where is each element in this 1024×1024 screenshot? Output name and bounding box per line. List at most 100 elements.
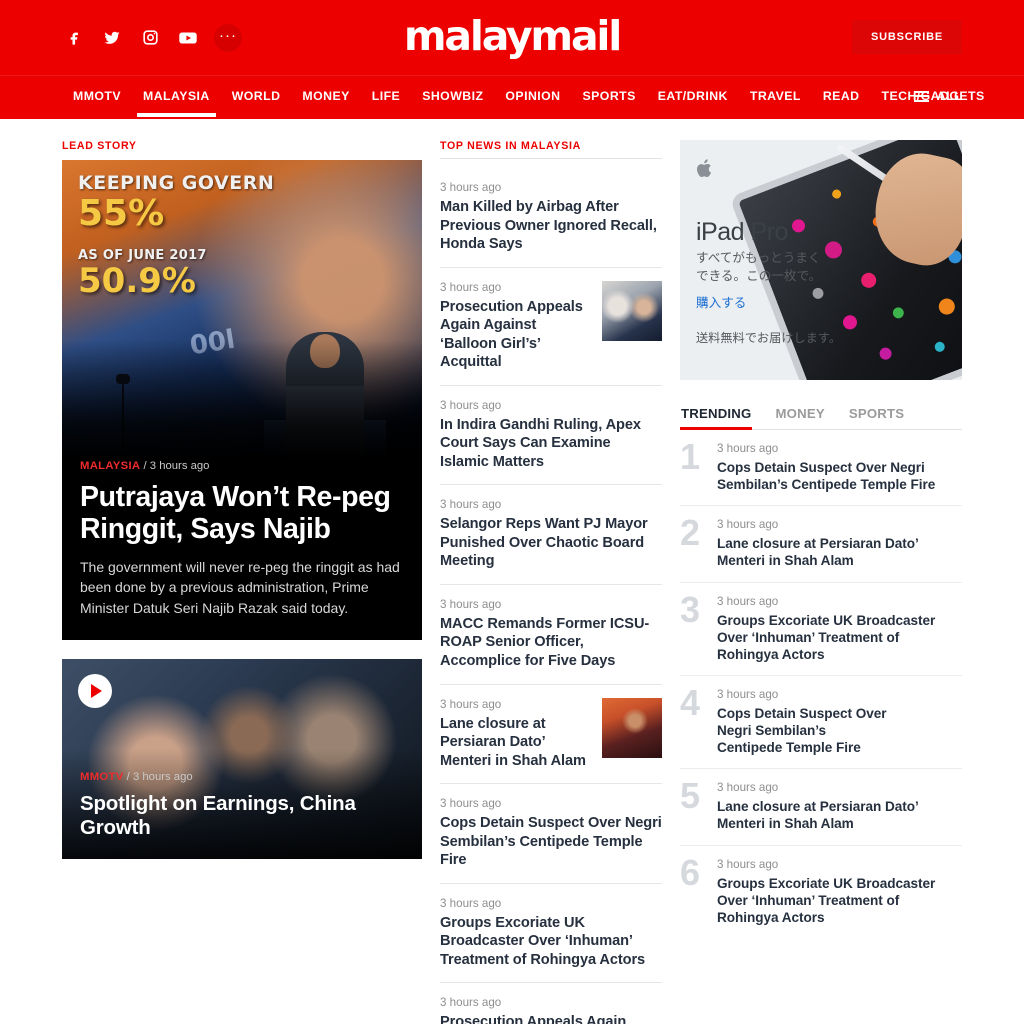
- hamburger-icon: [913, 90, 929, 102]
- video-story-time: 3 hours ago: [132, 770, 193, 783]
- item-time: 3 hours ago: [440, 280, 502, 294]
- trending-item[interactable]: 1 3 hours ago Cops Detain Suspect Over N…: [680, 430, 962, 507]
- item-headline[interactable]: Lane closure at Persiaran Dato’ Menteri …: [440, 715, 592, 771]
- item-time: 3 hours ago: [440, 996, 502, 1010]
- lead-story-time: 3 hours ago: [149, 459, 210, 472]
- image-gradient-overlay: [62, 340, 422, 460]
- top-news-item[interactable]: 3 hours ago Cops Detain Suspect Over Neg…: [440, 784, 662, 884]
- video-story-kicker: MMOTV / 3 hours ago: [80, 771, 404, 783]
- advertisement-ipad-pro[interactable]: iPad Pro すべてがもっとうまくできる。この一枚で。 購入する 送料無料で…: [680, 140, 962, 380]
- item-headline[interactable]: Selangor Reps Want PJ Mayor Punished Ove…: [440, 515, 662, 571]
- trending-time: 3 hours ago: [717, 594, 779, 608]
- nav-item-mmotv[interactable]: MMOTV: [62, 76, 132, 117]
- top-news-item[interactable]: 3 hours ago Prosecution Appeals Again Ag…: [440, 983, 662, 1024]
- trending-item[interactable]: 4 3 hours ago Cops Detain Suspect Over N…: [680, 676, 962, 770]
- ad-shipping-note: 送料無料でお届けします。: [696, 331, 842, 345]
- apple-logo-icon: [696, 158, 714, 183]
- top-news-label: TOP NEWS IN MALAYSIA: [440, 140, 662, 159]
- lead-story-separator: /: [140, 459, 150, 472]
- item-headline[interactable]: MACC Remands Former ICSU-ROAP Senior Off…: [440, 615, 662, 671]
- page-wrapper: LEAD STORY KEEPING GOVERN 55% AS OF JUNE…: [0, 119, 1024, 1024]
- ad-buy-link[interactable]: 購入する: [696, 292, 746, 311]
- trending-rank: 3: [680, 588, 700, 630]
- trending-rank: 5: [680, 775, 700, 817]
- lead-image-caption-line1: KEEPING GOVERN: [78, 172, 275, 194]
- trending-rank: 2: [680, 512, 700, 554]
- nav-item-showbiz[interactable]: SHOWBIZ: [411, 76, 494, 117]
- top-news-item[interactable]: 3 hours ago Groups Excoriate UK Broadcas…: [440, 884, 662, 984]
- tab-trending[interactable]: TRENDING: [680, 398, 753, 430]
- video-story-category[interactable]: MMOTV: [80, 771, 124, 783]
- all-label: ALL: [936, 89, 962, 103]
- trending-headline[interactable]: Cops Detain Suspect Over Negri Sembilan’…: [717, 705, 893, 756]
- nav-item-read[interactable]: READ: [812, 76, 871, 117]
- trending-item[interactable]: 5 3 hours ago Lane closure at Persiaran …: [680, 769, 962, 846]
- tab-money[interactable]: MONEY: [774, 398, 825, 429]
- lead-story-image: KEEPING GOVERN 55% AS OF JUNE 2017 50.9%…: [62, 160, 422, 460]
- nav-item-opinion[interactable]: OPINION: [494, 76, 571, 117]
- item-time: 3 hours ago: [440, 181, 502, 194]
- item-headline[interactable]: In Indira Gandhi Ruling, Apex Court Says…: [440, 416, 662, 472]
- top-news-item[interactable]: 3 hours ago Selangor Reps Want PJ Mayor …: [440, 485, 662, 585]
- item-time: 3 hours ago: [440, 896, 502, 910]
- nav-item-list: MMOTV MALAYSIA WORLD MONEY LIFE SHOWBIZ …: [62, 76, 996, 117]
- item-thumbnail: [602, 280, 662, 341]
- item-time: 3 hours ago: [440, 697, 502, 711]
- item-headline[interactable]: Cops Detain Suspect Over Negri Sembilan’…: [440, 814, 662, 870]
- ad-title: iPad Pro: [696, 218, 788, 246]
- video-story-separator: /: [123, 770, 133, 783]
- top-news-item[interactable]: 3 hours ago Prosecution Appeals Again Ag…: [440, 268, 662, 386]
- lead-image-value1: 55%: [78, 193, 165, 234]
- lead-story-card[interactable]: KEEPING GOVERN 55% AS OF JUNE 2017 50.9%…: [62, 160, 422, 640]
- trending-rank: 4: [680, 681, 700, 723]
- video-story-title[interactable]: Spotlight on Earnings, China Growth: [80, 792, 404, 841]
- trending-headline[interactable]: Cops Detain Suspect Over Negri Sembilan’…: [717, 459, 962, 493]
- nav-item-eat-drink[interactable]: EAT/DRINK: [647, 76, 739, 117]
- tab-sports[interactable]: SPORTS: [848, 398, 905, 429]
- trending-item[interactable]: 3 3 hours ago Groups Excoriate UK Broadc…: [680, 583, 962, 676]
- trending-headline[interactable]: Lane closure at Persiaran Dato’ Menteri …: [717, 535, 962, 569]
- trending-time: 3 hours ago: [717, 857, 779, 871]
- lead-story-description: The government will never re-peg the rin…: [80, 558, 400, 616]
- lead-story-title[interactable]: Putrajaya Won’t Re-peg Ringgit, Says Naj…: [80, 481, 404, 546]
- video-story-card[interactable]: MMOTV / 3 hours ago Spotlight on Earning…: [62, 659, 422, 859]
- item-headline[interactable]: Man Killed by Airbag After Previous Owne…: [440, 198, 662, 254]
- trending-time: 3 hours ago: [717, 687, 779, 701]
- nav-item-malaysia[interactable]: MALAYSIA: [132, 76, 221, 117]
- nav-item-travel[interactable]: TRAVEL: [739, 76, 812, 117]
- item-headline[interactable]: Prosecution Appeals Again Against ‘Ballo…: [440, 298, 592, 372]
- item-headline[interactable]: Prosecution Appeals Again Against ‘Ballo…: [440, 1013, 662, 1024]
- lead-story-label: LEAD STORY: [62, 140, 137, 152]
- top-news-item[interactable]: 3 hours ago Lane closure at Persiaran Da…: [440, 685, 662, 785]
- video-story-text: MMOTV / 3 hours ago Spotlight on Earning…: [62, 771, 422, 859]
- item-time: 3 hours ago: [440, 398, 502, 412]
- item-headline[interactable]: Groups Excoriate UK Broadcaster Over ‘In…: [440, 914, 662, 970]
- sidebar-column: iPad Pro すべてがもっとうまくできる。この一枚で。 購入する 送料無料で…: [680, 140, 962, 1024]
- trending-time: 3 hours ago: [717, 781, 779, 795]
- trending-headline[interactable]: Groups Excoriate UK Broadcaster Over ‘In…: [717, 612, 962, 663]
- item-thumbnail: [602, 697, 662, 758]
- item-time: 3 hours ago: [440, 498, 502, 512]
- trending-headline[interactable]: Groups Excoriate UK Broadcaster Over ‘In…: [717, 875, 962, 926]
- trending-rank: 6: [680, 851, 700, 893]
- nav-item-money[interactable]: MONEY: [291, 76, 360, 117]
- subscribe-button[interactable]: SUBSCRIBE: [852, 20, 962, 54]
- play-icon[interactable]: [78, 674, 112, 708]
- trending-headline[interactable]: Lane closure at Persiaran Dato’ Menteri …: [717, 798, 962, 832]
- top-news-column: TOP NEWS IN MALAYSIA 3 hours ago Man Kil…: [440, 140, 662, 1024]
- nav-item-world[interactable]: WORLD: [221, 76, 292, 117]
- content-grid: LEAD STORY KEEPING GOVERN 55% AS OF JUNE…: [62, 119, 962, 1024]
- lead-story-column: LEAD STORY KEEPING GOVERN 55% AS OF JUNE…: [62, 140, 422, 1024]
- trending-item[interactable]: 2 3 hours ago Lane closure at Persiaran …: [680, 506, 962, 583]
- nav-item-life[interactable]: LIFE: [361, 76, 411, 117]
- top-news-item[interactable]: 3 hours ago Man Killed by Airbag After P…: [440, 168, 662, 268]
- all-sections-button[interactable]: ALL: [913, 89, 962, 103]
- top-news-item[interactable]: 3 hours ago In Indira Gandhi Ruling, Ape…: [440, 386, 662, 486]
- item-time: 3 hours ago: [440, 597, 502, 611]
- item-time: 3 hours ago: [440, 797, 502, 811]
- main-navigation: MMOTV MALAYSIA WORLD MONEY LIFE SHOWBIZ …: [0, 75, 1024, 119]
- lead-story-category[interactable]: MALAYSIA: [80, 460, 140, 472]
- top-news-item[interactable]: 3 hours ago MACC Remands Former ICSU-ROA…: [440, 585, 662, 685]
- nav-item-sports[interactable]: SPORTS: [572, 76, 647, 117]
- trending-item[interactable]: 6 3 hours ago Groups Excoriate UK Broadc…: [680, 846, 962, 938]
